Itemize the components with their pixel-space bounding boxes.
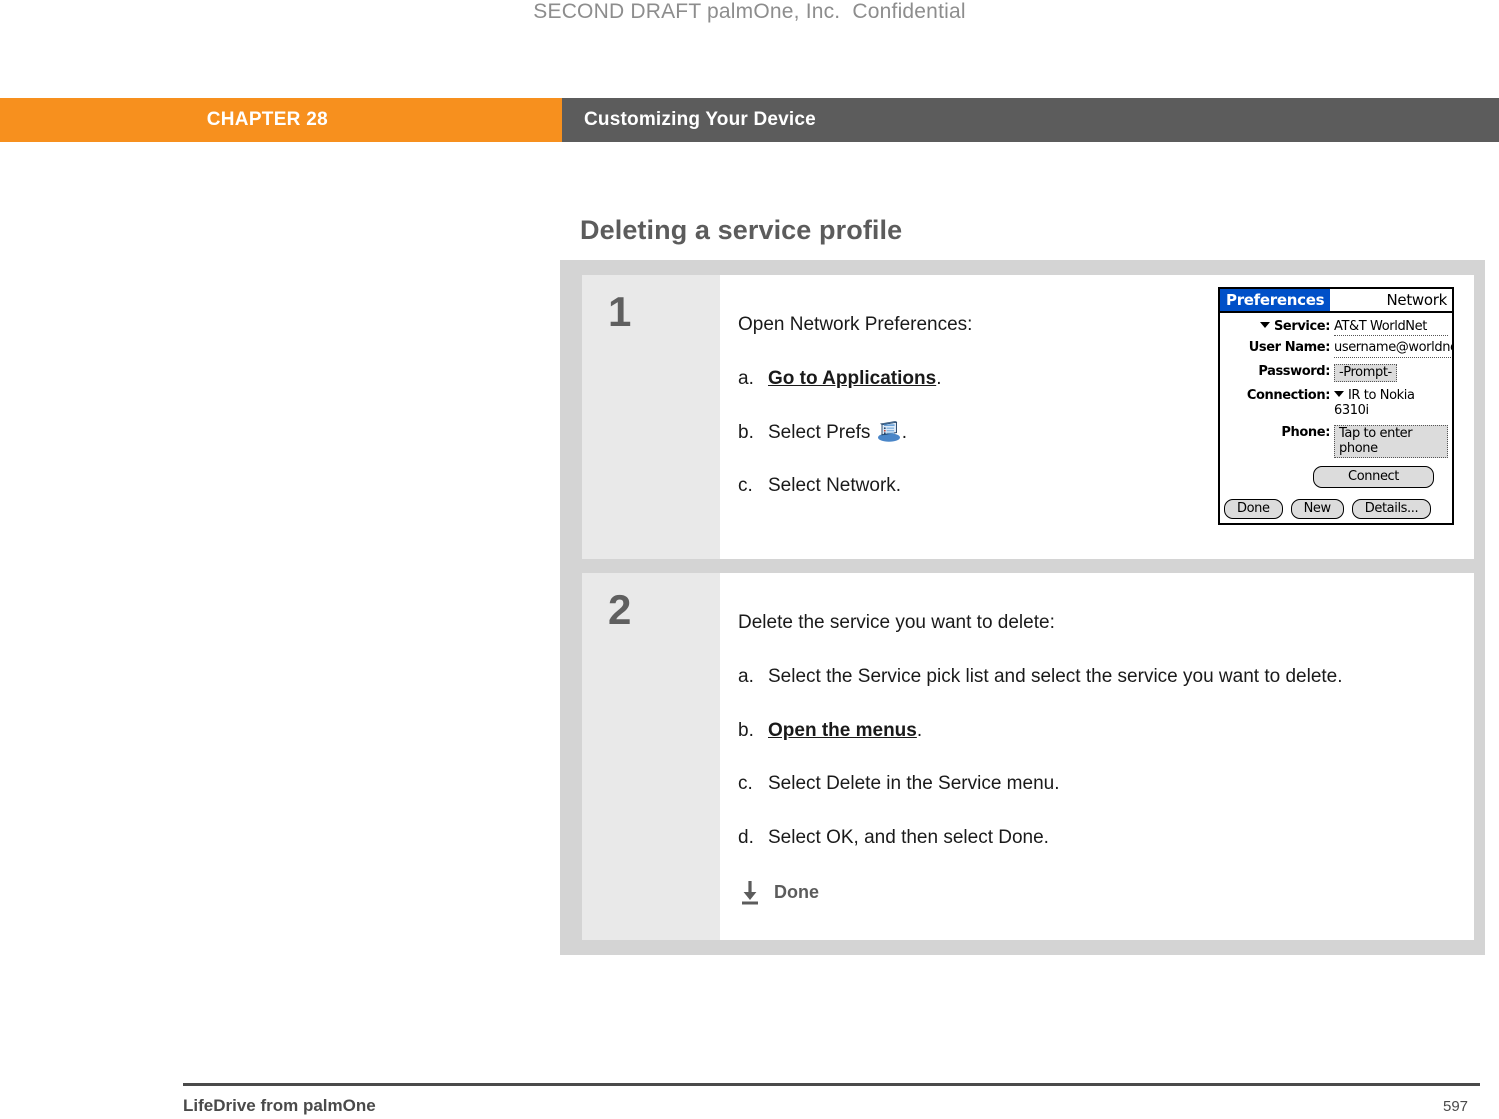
step-2-substep-c: c. Select Delete in the Service menu. [738, 772, 1456, 796]
palm-screen-name: Network [1386, 291, 1447, 309]
palm-row-phone: Phone: Tap to enter phone [1224, 424, 1448, 459]
step-1-substep-c: c. Select Network. [738, 474, 1200, 498]
substep-text: Open the menus. [768, 719, 1456, 743]
step-2-substep-b: b. Open the menus. [738, 719, 1456, 743]
substep-label: d. [738, 827, 754, 848]
substep-suffix: . [901, 421, 907, 443]
phone-field-value[interactable]: Tap to enter phone [1334, 424, 1448, 459]
step-1-substep-b: b. Select Prefs . [738, 420, 1200, 445]
palm-bottom-button-row: Done New Details... [1224, 499, 1432, 519]
chevron-down-icon[interactable] [1259, 322, 1270, 328]
substep-prefix: Select Prefs [768, 421, 876, 443]
section-title-block: Customizing Your Device [562, 98, 1499, 142]
step-2-substep-a: a. Select the Service pick list and sele… [738, 665, 1456, 689]
substep-text: Select Delete in the Service menu. [768, 773, 1060, 795]
step-number: 2 [608, 586, 632, 633]
substep-text: Select Prefs . [768, 420, 1200, 445]
palm-field-value[interactable]: username@worldnet.att.net [1334, 340, 1452, 358]
palm-row-service: Service: AT&T WorldNet [1224, 319, 1448, 337]
palm-field-label: Service: [1224, 319, 1334, 334]
footer-product-name: LifeDrive from palmOne [183, 1096, 376, 1115]
step-1-substep-a: a. Go to Applications. [738, 367, 1200, 391]
steps-container: 1 Open Network Preferences: a. Go to App… [560, 260, 1485, 955]
prefs-icon [876, 420, 902, 443]
step-2-body: Delete the service you want to delete: a… [720, 573, 1474, 940]
substep-label: a. [738, 665, 754, 687]
go-to-applications-link[interactable]: Go to Applications [768, 368, 936, 389]
new-button[interactable]: New [1290, 499, 1344, 519]
open-the-menus-link[interactable]: Open the menus [768, 720, 917, 741]
substep-suffix: . [916, 719, 923, 741]
substep-text: Select the Service pick list and select … [768, 665, 1343, 687]
palm-title-bar: Preferences Network [1220, 289, 1452, 313]
palm-field-value[interactable]: Tap to enter phone [1334, 424, 1448, 459]
palm-label-text: Service: [1273, 319, 1330, 334]
password-field-value[interactable]: -Prompt- [1334, 363, 1397, 382]
substep-text: Select Network. [768, 475, 902, 497]
step-lead-text: Delete the service you want to delete: [738, 612, 1055, 633]
step-2-text: Delete the service you want to delete: a… [738, 611, 1456, 906]
details-button[interactable]: Details... [1351, 499, 1432, 519]
palm-row-username: User Name: username@worldnet.att.net [1224, 340, 1452, 358]
step-1-text: Open Network Preferences: a. Go to Appli… [738, 313, 1200, 525]
section-label: Customizing Your Device [584, 109, 816, 130]
palm-field-label: Connection: [1246, 387, 1331, 403]
done-label: Done [774, 882, 819, 903]
step-2-done-row: Done [738, 880, 1456, 906]
palm-row-connection: Connection: IR to Nokia 6310i [1224, 388, 1448, 419]
username-field-value[interactable]: username@worldnet.att.net [1334, 340, 1452, 358]
connection-picklist-value[interactable]: IR to Nokia 6310i [1334, 388, 1415, 418]
connect-button[interactable]: Connect [1313, 466, 1434, 489]
step-lead-text: Open Network Preferences: [738, 314, 973, 335]
palm-field-label: Password: [1258, 363, 1330, 379]
draft-notice: SECOND DRAFT palmOne, Inc. Confidential [533, 0, 966, 23]
palm-field-value[interactable]: AT&T WorldNet [1334, 319, 1448, 337]
step-1-body: Open Network Preferences: a. Go to Appli… [720, 275, 1474, 559]
substep-label: c. [738, 475, 753, 497]
substep-text: Select OK, and then select Done. [768, 827, 1049, 848]
step-1-number-column: 1 [582, 275, 720, 559]
palm-field-label: Phone: [1281, 424, 1330, 440]
footer-page-number: 597 [1443, 1098, 1469, 1115]
step-2-substep-d: d. Select OK, and then select Done. [738, 826, 1456, 850]
chapter-number-block: CHAPTER 28 [0, 98, 562, 142]
palm-device-screenshot: Preferences Network Service: AT&T WorldN… [1218, 287, 1456, 525]
down-arrow-to-bar-icon [738, 880, 768, 906]
step-2-number-column: 2 [582, 573, 720, 940]
step-number: 1 [608, 288, 632, 335]
substep-label: b. [738, 421, 754, 443]
substep-label: c. [738, 773, 753, 795]
palm-row-password: Password: -Prompt- [1224, 363, 1448, 382]
palm-field-value[interactable]: IR to Nokia 6310i [1334, 388, 1448, 419]
palm-form-rows: Service: AT&T WorldNet User Name: userna… [1220, 313, 1452, 489]
footer-divider [183, 1083, 1480, 1086]
substep-text: Go to Applications. [768, 367, 1200, 391]
palm-field-label: User Name: [1248, 340, 1331, 356]
chapter-label: CHAPTER 28 [206, 109, 328, 130]
palm-preferences-screen: Preferences Network Service: AT&T WorldN… [1218, 287, 1454, 525]
palm-connect-row: Connect [1224, 466, 1448, 489]
step-2: 2 Delete the service you want to delete:… [582, 573, 1474, 940]
done-button[interactable]: Done [1224, 499, 1283, 519]
palm-app-title: Preferences [1220, 289, 1331, 311]
page-title: Deleting a service profile [580, 215, 903, 245]
substep-suffix: . [936, 367, 942, 389]
chapter-header-bar: CHAPTER 28 Customizing Your Device [0, 98, 1499, 142]
step-1: 1 Open Network Preferences: a. Go to App… [582, 275, 1474, 559]
service-picklist-value[interactable]: AT&T WorldNet [1334, 319, 1448, 337]
substep-label: a. [738, 367, 754, 389]
palm-field-value[interactable]: -Prompt- [1334, 363, 1448, 382]
chevron-down-icon[interactable] [1334, 390, 1344, 397]
substep-label: b. [738, 719, 754, 741]
